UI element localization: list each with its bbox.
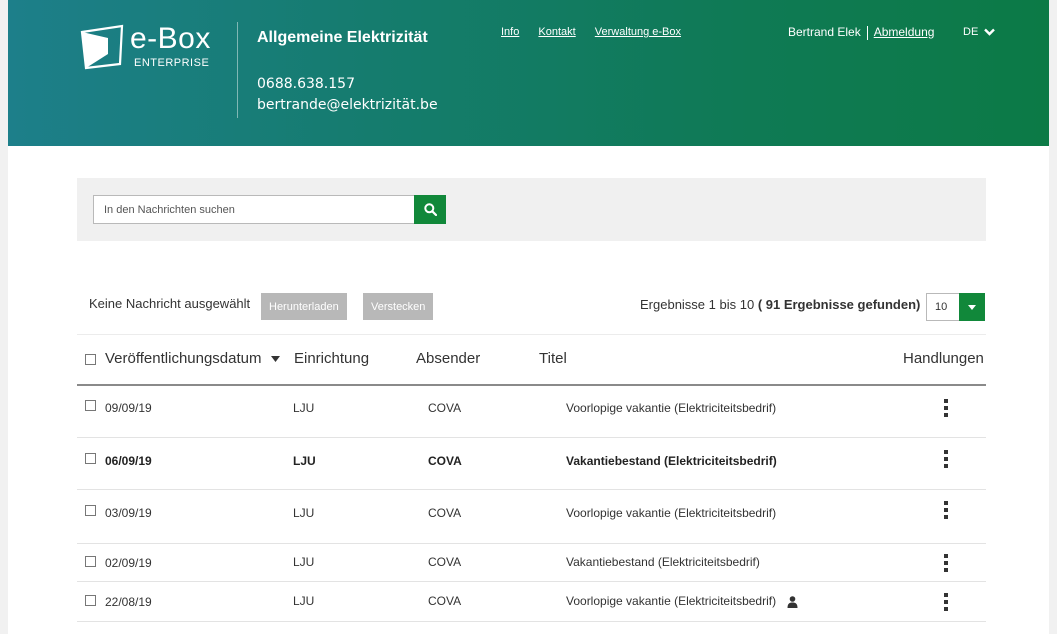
row-sender: COVA [428,555,462,569]
user-separator [866,25,868,40]
row-org: LJU [293,401,315,415]
results-count: ( 91 Ergebnisse gefunden) [757,297,921,312]
search-icon [423,203,437,216]
row-sender: COVA [428,594,462,608]
search-input[interactable] [93,195,415,224]
row-org: LJU [293,506,315,520]
selection-status: Keine Nachricht ausgewählt [89,296,251,311]
column-header-actions: Handlungen [903,350,984,367]
nav-link-kontakt[interactable]: Kontakt [538,26,575,38]
table-row[interactable]: 02/09/19 LJU COVA Vakantiebestand (Elekt… [77,544,986,582]
row-sender: COVA [428,454,462,468]
table-header: Veröffentlichungsdatum Einrichtung Absen… [77,335,986,385]
row-org: LJU [293,454,316,468]
logo-subtitle: ENTERPRISE [134,57,210,69]
results-range: Ergebnisse 1 bis 10 [640,297,755,312]
row-sender: COVA [428,401,462,415]
row-checkbox[interactable] [85,400,96,411]
nav-link-info[interactable]: Info [501,26,519,38]
row-title[interactable]: Voorlopige vakantie (Elektriciteitsbedri… [566,506,776,520]
hide-button[interactable]: Verstecken [363,293,434,320]
column-label-date: Veröffentlichungsdatum [105,350,262,367]
logout-link[interactable]: Abmeldung [874,25,935,39]
organization-email: bertrande@elektrizität.be [257,97,438,113]
row-sender: COVA [428,506,462,520]
row-checkbox[interactable] [85,556,96,567]
row-org: LJU [293,555,315,569]
row-checkbox[interactable] [85,595,96,606]
app-header: e-Box ENTERPRISE Allgemeine Elektrizität… [8,0,1049,146]
row-actions-menu-icon[interactable] [941,593,951,611]
top-nav: Info Kontakt Verwaltung e-Box [501,26,697,38]
column-header-date[interactable]: Veröffentlichungsdatum [105,350,280,367]
results-summary: Ergebnisse 1 bis 10 ( 91 Ergebnisse gefu… [640,297,920,312]
row-title[interactable]: Voorlopige vakantie (Elektriciteitsbedri… [566,401,776,415]
organization-phone: 0688.638.157 [257,76,355,92]
row-title-cell: Voorlopige vakantie (Elektriciteitsbedri… [566,594,798,608]
ebox-logo[interactable]: e-Box ENTERPRISE [78,22,228,74]
person-icon [787,596,798,608]
table-row[interactable]: 06/09/19 LJU COVA Vakantiebestand (Elekt… [77,438,986,490]
table-row[interactable]: 03/09/19 LJU COVA Voorlopige vakantie (E… [77,490,986,544]
column-header-org[interactable]: Einrichtung [294,350,369,367]
row-date: 02/09/19 [105,556,152,570]
page-size-value: 10 [935,301,948,313]
page-frame-right [1049,0,1057,634]
column-header-sender[interactable]: Absender [416,350,480,367]
row-date: 03/09/19 [105,506,152,520]
row-actions-menu-icon[interactable] [941,554,951,572]
search-panel [77,178,986,241]
row-org: LJU [293,594,315,608]
row-checkbox[interactable] [85,505,96,516]
select-all-checkbox[interactable] [85,354,96,365]
row-actions-menu-icon[interactable] [941,450,951,468]
caret-down-icon [968,304,976,310]
column-header-title[interactable]: Titel [539,350,567,367]
row-date: 09/09/19 [105,401,152,415]
sort-desc-icon [270,356,280,363]
language-code: DE [963,26,979,38]
page-size-dropdown-button[interactable] [959,293,985,321]
chevron-down-icon [984,28,996,36]
row-actions-menu-icon[interactable] [941,501,951,519]
language-selector[interactable]: DE [963,26,996,38]
user-name: Bertrand Elek [788,25,861,39]
download-button[interactable]: Herunterladen [261,293,347,320]
row-title[interactable]: Voorlopige vakantie (Elektriciteitsbedri… [566,594,776,608]
user-area: Bertrand Elek Abmeldung [788,25,934,40]
page-size-select[interactable]: 10 [926,293,985,321]
page-frame-left [0,0,8,634]
row-date: 22/08/19 [105,595,152,609]
logo-name: e-Box [130,22,211,55]
header-divider [237,22,238,118]
row-date: 06/09/19 [105,454,152,468]
table-row[interactable]: 09/09/19 LJU COVA Voorlopige vakantie (E… [77,386,986,438]
ebox-logo-icon [80,24,124,70]
nav-link-verwaltung[interactable]: Verwaltung e-Box [595,26,681,38]
row-actions-menu-icon[interactable] [941,399,951,417]
row-title[interactable]: Vakantiebestand (Elektriciteitsbedrif) [566,454,777,468]
table-row[interactable]: 22/08/19 LJU COVA Voorlopige vakantie (E… [77,582,986,622]
row-checkbox[interactable] [85,453,96,464]
organization-name: Allgemeine Elektrizität [257,29,428,46]
row-title[interactable]: Vakantiebestand (Elektriciteitsbedrif) [566,555,760,569]
search-button[interactable] [414,195,446,224]
